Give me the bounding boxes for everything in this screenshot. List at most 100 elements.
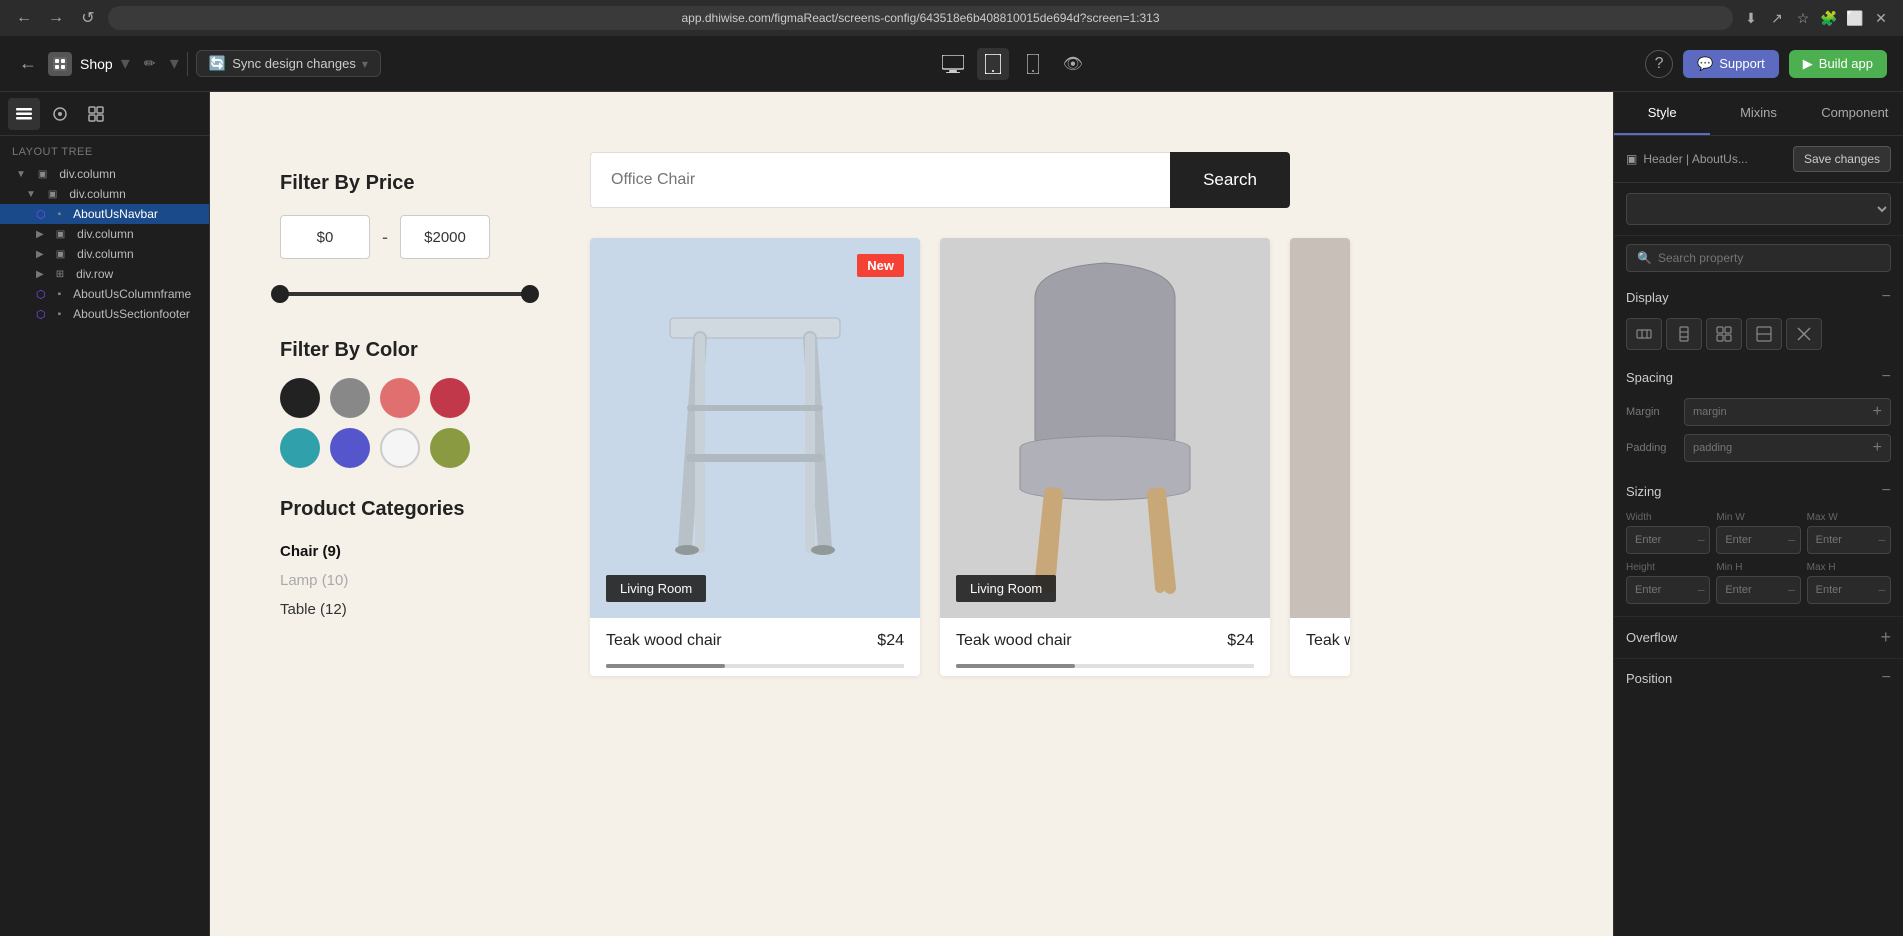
sizing-field-minw: Min W −	[1716, 512, 1800, 554]
category-lamp[interactable]: Lamp (10)	[280, 566, 540, 595]
tree-item-div-column-4[interactable]: ▶ ▣ div.column	[0, 244, 209, 264]
price-min-input[interactable]	[280, 215, 370, 259]
slider-thumb-left[interactable]	[271, 285, 289, 303]
margin-add-btn[interactable]: +	[1873, 403, 1882, 421]
support-button[interactable]: 💬 Support	[1683, 50, 1779, 78]
tree-label-sectionfooter: AboutUsSectionfooter	[73, 307, 190, 321]
color-swatch-white[interactable]	[380, 428, 420, 468]
color-swatch-purple[interactable]	[330, 428, 370, 468]
display-grid-btn[interactable]	[1706, 318, 1742, 350]
position-collapse-btn[interactable]: −	[1882, 669, 1891, 687]
refresh-button[interactable]: ↺	[76, 6, 100, 30]
tree-item-columnframe[interactable]: ⬡ ▪ AboutUsColumnframe	[0, 284, 209, 304]
minw-input[interactable]	[1725, 534, 1787, 546]
tab-style[interactable]: Style	[1614, 92, 1710, 135]
price-max-input[interactable]	[400, 215, 490, 259]
padding-add-btn[interactable]: +	[1873, 439, 1882, 457]
category-table[interactable]: Table (12)	[280, 595, 540, 624]
mobile-view-button[interactable]	[1017, 48, 1049, 80]
url-bar[interactable]	[108, 6, 1733, 30]
sync-button[interactable]: 🔄 Sync design changes ▾	[196, 50, 381, 77]
shop-icon	[48, 52, 72, 76]
shop-dropdown-icon[interactable]: ▾	[121, 53, 130, 74]
back-button[interactable]: ←	[12, 6, 36, 30]
minh-input[interactable]	[1725, 584, 1787, 596]
desktop-view-button[interactable]	[937, 48, 969, 80]
padding-label: Padding	[1626, 442, 1676, 454]
canvas-area: Filter By Price - Filter By Color	[210, 92, 1613, 936]
color-swatch-black[interactable]	[280, 378, 320, 418]
edit-dropdown-icon[interactable]: ▾	[170, 53, 179, 74]
search-property-input[interactable]	[1658, 251, 1880, 265]
product-info-2: Teak wood chair $24	[940, 618, 1270, 664]
display-flex-col-btn[interactable]	[1666, 318, 1702, 350]
table-icon-3: ▪	[58, 309, 62, 320]
tree-item-div-column-2[interactable]: ▼ ▣ div.column	[0, 184, 209, 204]
mixin-select[interactable]	[1626, 193, 1891, 225]
color-swatch-gray[interactable]	[330, 378, 370, 418]
product-image-3[interactable]	[1290, 238, 1350, 618]
price-dash: -	[382, 227, 388, 248]
maxw-label: Max W	[1807, 512, 1891, 523]
sizing-field-width: Width −	[1626, 512, 1710, 554]
tree-arrow-2: ▼	[26, 189, 36, 200]
assets-icon-btn[interactable]	[80, 98, 112, 130]
product-card-2: Living Room Teak wood chair $24	[940, 238, 1270, 676]
tree-item-div-column-3[interactable]: ▶ ▣ div.column	[0, 224, 209, 244]
spacing-collapse-btn[interactable]: −	[1882, 368, 1891, 386]
layers-icon-btn[interactable]	[8, 98, 40, 130]
price-slider[interactable]	[280, 279, 530, 309]
margin-input[interactable]	[1693, 406, 1753, 418]
height-input-group: −	[1626, 576, 1710, 604]
display-icons	[1614, 314, 1903, 360]
tree-item-aboutusnavbar[interactable]: ⬡ ▪ AboutUsNavbar	[0, 204, 209, 224]
height-label: Height	[1626, 562, 1710, 573]
tab-mixins[interactable]: Mixins	[1710, 92, 1806, 135]
product-image-1[interactable]: New Living Room	[590, 238, 920, 618]
tree-item-div-row[interactable]: ▶ ⊞ div.row	[0, 264, 209, 284]
display-collapse-btn[interactable]: −	[1882, 288, 1891, 306]
slider-thumb-right[interactable]	[521, 285, 539, 303]
color-swatch-olive[interactable]	[430, 428, 470, 468]
category-chair[interactable]: Chair (9)	[280, 537, 540, 566]
tree-item-sectionfooter[interactable]: ⬡ ▪ AboutUsSectionfooter	[0, 304, 209, 324]
spacing-grid: Margin + Padding +	[1614, 394, 1903, 474]
toolbar-back-button[interactable]: ←	[16, 52, 40, 76]
maxw-input[interactable]	[1816, 534, 1878, 546]
padding-input[interactable]	[1693, 442, 1753, 454]
maxh-input[interactable]	[1816, 584, 1878, 596]
build-app-button[interactable]: ▶ Build app	[1789, 50, 1887, 78]
overflow-add-btn[interactable]: +	[1880, 627, 1891, 648]
preview-button[interactable]: 👁	[1057, 48, 1089, 80]
tree-item-div-column-1[interactable]: ▼ ▣ div.column	[0, 164, 209, 184]
color-swatch-teal[interactable]	[280, 428, 320, 468]
position-section: Position −	[1614, 658, 1903, 697]
search-button[interactable]: Search	[1170, 152, 1290, 208]
color-swatch-salmon[interactable]	[380, 378, 420, 418]
tablet-view-button[interactable]	[977, 48, 1009, 80]
product-name-2: Teak wood chair	[956, 632, 1072, 650]
product-image-2[interactable]: Living Room	[940, 238, 1270, 618]
search-property-wrap[interactable]: 🔍	[1626, 244, 1891, 272]
main-layout: LAYOUT TREE ▼ ▣ div.column ▼ ▣ div.colum…	[0, 92, 1903, 936]
sizing-collapse-btn[interactable]: −	[1882, 482, 1891, 500]
tree-label-1: div.column	[59, 167, 115, 181]
color-swatch-crimson[interactable]	[430, 378, 470, 418]
display-flex-row-btn[interactable]	[1626, 318, 1662, 350]
height-input[interactable]	[1635, 584, 1697, 596]
forward-button[interactable]: →	[44, 6, 68, 30]
pages-icon-btn[interactable]	[44, 98, 76, 130]
toolbar-left: ← Shop ▾ ✏ ▾ 🔄 Sync design changes ▾	[16, 50, 381, 77]
product-scrollbar-1	[606, 664, 904, 668]
help-button[interactable]: ?	[1645, 50, 1673, 78]
display-block-btn[interactable]	[1746, 318, 1782, 350]
product-name-3: Teak wo	[1306, 632, 1350, 650]
div-icon-4: ▣	[56, 249, 65, 260]
display-none-btn[interactable]	[1786, 318, 1822, 350]
width-input[interactable]	[1635, 534, 1697, 546]
tab-component[interactable]: Component	[1807, 92, 1903, 135]
search-input[interactable]	[590, 152, 1170, 208]
sync-icon: 🔄	[209, 55, 226, 72]
edit-icon[interactable]: ✏	[138, 52, 162, 76]
save-changes-button[interactable]: Save changes	[1793, 146, 1891, 172]
